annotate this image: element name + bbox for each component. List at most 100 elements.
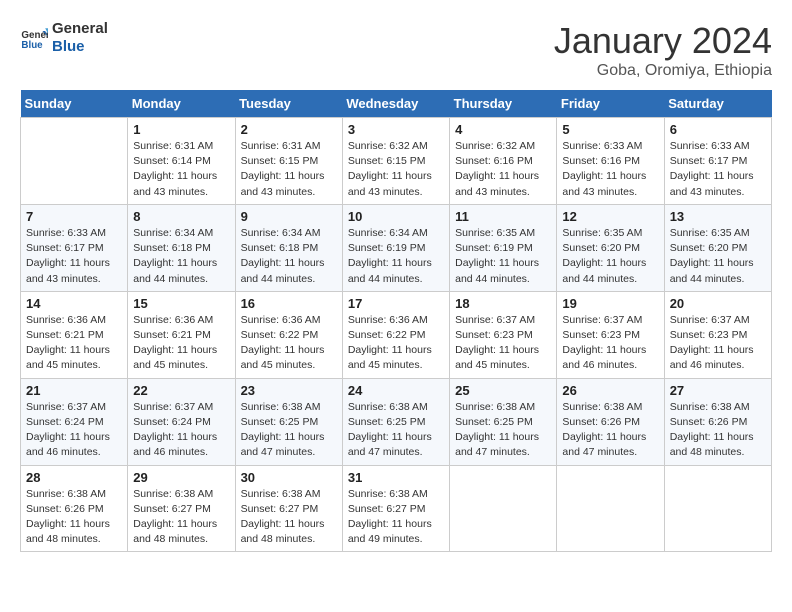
day-cell: 26 Sunrise: 6:38 AM Sunset: 6:26 PM Dayl… [557,378,664,465]
day-info: Sunrise: 6:35 AM Sunset: 6:19 PM Dayligh… [455,226,551,287]
header-monday: Monday [128,90,235,118]
calendar-table: Sunday Monday Tuesday Wednesday Thursday… [20,90,772,552]
day-info: Sunrise: 6:38 AM Sunset: 6:26 PM Dayligh… [562,400,658,461]
day-number: 5 [562,122,658,137]
day-info: Sunrise: 6:36 AM Sunset: 6:21 PM Dayligh… [26,313,122,374]
day-number: 23 [241,383,337,398]
day-cell: 2 Sunrise: 6:31 AM Sunset: 6:15 PM Dayli… [235,118,342,205]
day-info: Sunrise: 6:38 AM Sunset: 6:27 PM Dayligh… [241,487,337,548]
day-number: 2 [241,122,337,137]
day-cell: 30 Sunrise: 6:38 AM Sunset: 6:27 PM Dayl… [235,465,342,552]
day-cell: 20 Sunrise: 6:37 AM Sunset: 6:23 PM Dayl… [664,291,771,378]
day-cell: 1 Sunrise: 6:31 AM Sunset: 6:14 PM Dayli… [128,118,235,205]
day-number: 18 [455,296,551,311]
day-number: 17 [348,296,444,311]
day-cell [557,465,664,552]
day-info: Sunrise: 6:36 AM Sunset: 6:21 PM Dayligh… [133,313,229,374]
day-number: 24 [348,383,444,398]
day-number: 19 [562,296,658,311]
day-info: Sunrise: 6:38 AM Sunset: 6:25 PM Dayligh… [241,400,337,461]
day-number: 3 [348,122,444,137]
week-row-1: 7 Sunrise: 6:33 AM Sunset: 6:17 PM Dayli… [21,204,772,291]
day-number: 8 [133,209,229,224]
day-number: 6 [670,122,766,137]
day-number: 22 [133,383,229,398]
day-cell: 19 Sunrise: 6:37 AM Sunset: 6:23 PM Dayl… [557,291,664,378]
logo: General Blue General Blue [20,20,108,56]
day-cell [21,118,128,205]
day-cell: 3 Sunrise: 6:32 AM Sunset: 6:15 PM Dayli… [342,118,449,205]
day-info: Sunrise: 6:38 AM Sunset: 6:25 PM Dayligh… [348,400,444,461]
header-wednesday: Wednesday [342,90,449,118]
day-info: Sunrise: 6:37 AM Sunset: 6:23 PM Dayligh… [455,313,551,374]
header-saturday: Saturday [664,90,771,118]
day-number: 12 [562,209,658,224]
day-cell: 8 Sunrise: 6:34 AM Sunset: 6:18 PM Dayli… [128,204,235,291]
day-cell: 29 Sunrise: 6:38 AM Sunset: 6:27 PM Dayl… [128,465,235,552]
day-number: 21 [26,383,122,398]
week-row-2: 14 Sunrise: 6:36 AM Sunset: 6:21 PM Dayl… [21,291,772,378]
day-info: Sunrise: 6:38 AM Sunset: 6:26 PM Dayligh… [670,400,766,461]
day-number: 31 [348,470,444,485]
day-info: Sunrise: 6:38 AM Sunset: 6:26 PM Dayligh… [26,487,122,548]
day-cell: 5 Sunrise: 6:33 AM Sunset: 6:16 PM Dayli… [557,118,664,205]
day-cell: 14 Sunrise: 6:36 AM Sunset: 6:21 PM Dayl… [21,291,128,378]
day-cell: 11 Sunrise: 6:35 AM Sunset: 6:19 PM Dayl… [450,204,557,291]
day-cell: 7 Sunrise: 6:33 AM Sunset: 6:17 PM Dayli… [21,204,128,291]
day-info: Sunrise: 6:31 AM Sunset: 6:14 PM Dayligh… [133,139,229,200]
month-title: January 2024 [554,20,772,62]
day-number: 9 [241,209,337,224]
day-cell: 12 Sunrise: 6:35 AM Sunset: 6:20 PM Dayl… [557,204,664,291]
logo-icon: General Blue [20,24,48,52]
day-info: Sunrise: 6:37 AM Sunset: 6:24 PM Dayligh… [26,400,122,461]
day-cell: 17 Sunrise: 6:36 AM Sunset: 6:22 PM Dayl… [342,291,449,378]
day-cell [664,465,771,552]
day-info: Sunrise: 6:37 AM Sunset: 6:23 PM Dayligh… [562,313,658,374]
day-info: Sunrise: 6:37 AM Sunset: 6:24 PM Dayligh… [133,400,229,461]
day-info: Sunrise: 6:34 AM Sunset: 6:18 PM Dayligh… [133,226,229,287]
day-number: 15 [133,296,229,311]
day-number: 7 [26,209,122,224]
day-number: 4 [455,122,551,137]
day-cell: 31 Sunrise: 6:38 AM Sunset: 6:27 PM Dayl… [342,465,449,552]
day-number: 25 [455,383,551,398]
day-info: Sunrise: 6:31 AM Sunset: 6:15 PM Dayligh… [241,139,337,200]
day-number: 13 [670,209,766,224]
day-info: Sunrise: 6:33 AM Sunset: 6:17 PM Dayligh… [26,226,122,287]
day-cell: 22 Sunrise: 6:37 AM Sunset: 6:24 PM Dayl… [128,378,235,465]
day-number: 20 [670,296,766,311]
day-info: Sunrise: 6:33 AM Sunset: 6:16 PM Dayligh… [562,139,658,200]
day-cell: 21 Sunrise: 6:37 AM Sunset: 6:24 PM Dayl… [21,378,128,465]
header-thursday: Thursday [450,90,557,118]
day-info: Sunrise: 6:36 AM Sunset: 6:22 PM Dayligh… [241,313,337,374]
header-row: Sunday Monday Tuesday Wednesday Thursday… [21,90,772,118]
day-number: 16 [241,296,337,311]
day-number: 14 [26,296,122,311]
day-cell [450,465,557,552]
day-info: Sunrise: 6:32 AM Sunset: 6:16 PM Dayligh… [455,139,551,200]
day-cell: 25 Sunrise: 6:38 AM Sunset: 6:25 PM Dayl… [450,378,557,465]
day-info: Sunrise: 6:35 AM Sunset: 6:20 PM Dayligh… [562,226,658,287]
day-cell: 15 Sunrise: 6:36 AM Sunset: 6:21 PM Dayl… [128,291,235,378]
day-cell: 13 Sunrise: 6:35 AM Sunset: 6:20 PM Dayl… [664,204,771,291]
header-friday: Friday [557,90,664,118]
svg-text:Blue: Blue [21,40,43,51]
title-area: January 2024 Goba, Oromiya, Ethiopia [554,20,772,80]
day-info: Sunrise: 6:32 AM Sunset: 6:15 PM Dayligh… [348,139,444,200]
day-cell: 27 Sunrise: 6:38 AM Sunset: 6:26 PM Dayl… [664,378,771,465]
location: Goba, Oromiya, Ethiopia [554,62,772,80]
week-row-3: 21 Sunrise: 6:37 AM Sunset: 6:24 PM Dayl… [21,378,772,465]
day-cell: 28 Sunrise: 6:38 AM Sunset: 6:26 PM Dayl… [21,465,128,552]
day-cell: 4 Sunrise: 6:32 AM Sunset: 6:16 PM Dayli… [450,118,557,205]
day-info: Sunrise: 6:38 AM Sunset: 6:27 PM Dayligh… [348,487,444,548]
week-row-4: 28 Sunrise: 6:38 AM Sunset: 6:26 PM Dayl… [21,465,772,552]
day-info: Sunrise: 6:37 AM Sunset: 6:23 PM Dayligh… [670,313,766,374]
page-header: General Blue General Blue January 2024 G… [20,20,772,80]
day-cell: 24 Sunrise: 6:38 AM Sunset: 6:25 PM Dayl… [342,378,449,465]
day-cell: 6 Sunrise: 6:33 AM Sunset: 6:17 PM Dayli… [664,118,771,205]
day-info: Sunrise: 6:35 AM Sunset: 6:20 PM Dayligh… [670,226,766,287]
day-info: Sunrise: 6:33 AM Sunset: 6:17 PM Dayligh… [670,139,766,200]
day-number: 29 [133,470,229,485]
day-info: Sunrise: 6:38 AM Sunset: 6:27 PM Dayligh… [133,487,229,548]
day-info: Sunrise: 6:38 AM Sunset: 6:25 PM Dayligh… [455,400,551,461]
